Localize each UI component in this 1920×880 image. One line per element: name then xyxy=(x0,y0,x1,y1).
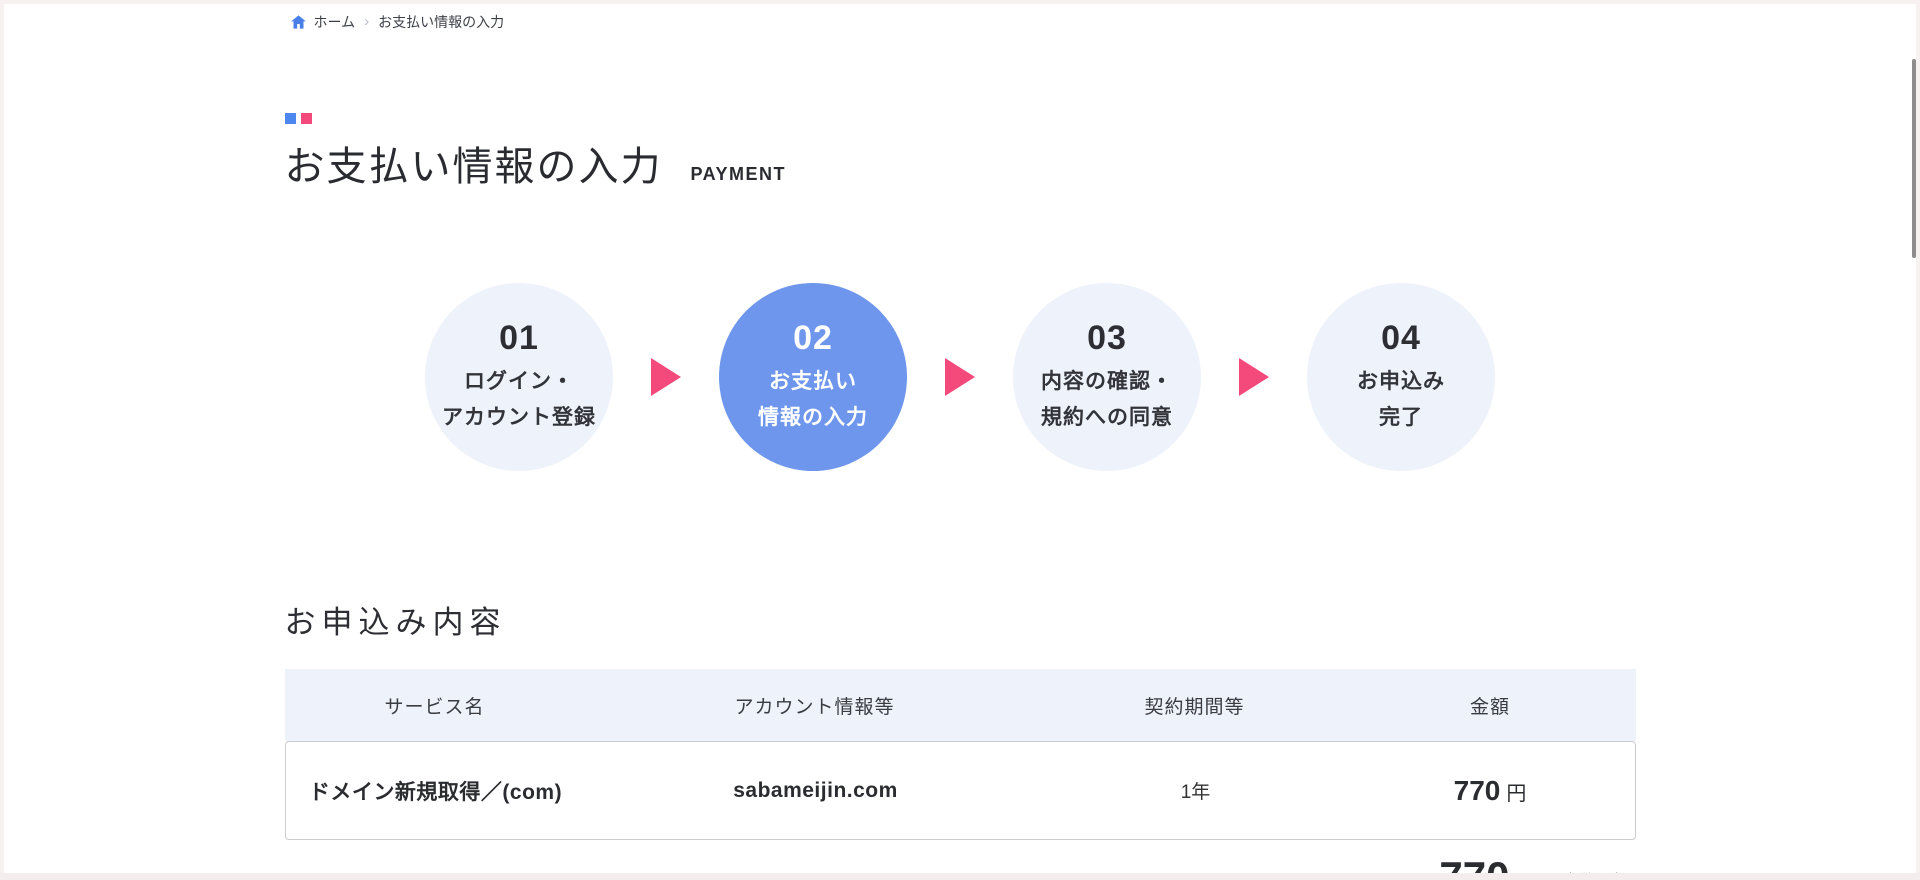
step-number: 04 xyxy=(1381,318,1421,357)
window-edge-right xyxy=(1916,0,1920,880)
order-section-title: お申込み内容 xyxy=(284,605,507,640)
step-progress-indicator: 01 ログイン・ アカウント登録 02 お支払い 情報の入力 03 内容の確認・… xyxy=(425,283,1495,471)
page-content: ホーム › お支払い情報の入力 お支払い情報の入力 PAYMENT 01 ログイ… xyxy=(284,0,1636,880)
step-label-line: 規約への同意 xyxy=(1041,405,1173,429)
breadcrumb-home-label: ホーム xyxy=(313,14,356,30)
row-amount-unit: 円 xyxy=(1506,782,1527,805)
row-service-name: ドメイン新規取得／(com) xyxy=(308,780,563,804)
row-account-info: sabameijin.com xyxy=(733,778,898,802)
col-header-period: 契約期間等 xyxy=(1144,696,1245,718)
step-2-payment-active: 02 お支払い 情報の入力 xyxy=(719,283,907,471)
arrow-right-icon xyxy=(651,358,681,396)
accent-square-pink xyxy=(300,113,312,124)
chevron-right-icon: › xyxy=(364,12,370,30)
row-amount: 770 円 xyxy=(1346,775,1635,807)
arrow-right-icon xyxy=(1239,358,1269,396)
accent-square-blue xyxy=(284,113,296,124)
window-edge-bottom xyxy=(0,873,1920,880)
order-table-header: サービス名 アカウント情報等 契約期間等 金額 xyxy=(284,669,1636,741)
window-edge-left xyxy=(0,0,4,880)
step-label-line: お支払い xyxy=(769,369,857,393)
step-label-line: 完了 xyxy=(1379,405,1423,429)
home-icon xyxy=(290,14,307,30)
step-number: 03 xyxy=(1087,318,1127,357)
col-header-amount: 金額 xyxy=(1469,696,1510,718)
order-table: サービス名 アカウント情報等 契約期間等 金額 ドメイン新規取得／(com) s… xyxy=(284,669,1636,840)
step-label-line: ログイン・ xyxy=(464,369,574,393)
breadcrumb-current: お支払い情報の入力 xyxy=(378,14,505,30)
breadcrumb-home-link[interactable]: ホーム xyxy=(290,12,356,32)
step-number: 01 xyxy=(499,318,539,357)
arrow-right-icon xyxy=(945,358,975,396)
step-number: 02 xyxy=(793,318,833,357)
row-amount-value: 770 xyxy=(1453,774,1501,806)
step-label-line: アカウント登録 xyxy=(442,405,596,429)
table-row: ドメイン新規取得／(com) sabameijin.com 1年 770 円 xyxy=(284,741,1636,840)
step-arrow-wrap xyxy=(907,358,1013,396)
step-arrow-wrap xyxy=(1201,358,1307,396)
row-contract-period: 1年 xyxy=(1180,782,1211,803)
title-accent-squares xyxy=(284,113,787,124)
step-arrow-wrap xyxy=(613,358,719,396)
page-title: お支払い情報の入力 xyxy=(284,145,663,189)
step-1-login: 01 ログイン・ アカウント登録 xyxy=(425,283,613,471)
step-3-confirm: 03 内容の確認・ 規約への同意 xyxy=(1013,283,1201,471)
col-header-service: サービス名 xyxy=(384,696,485,718)
vertical-scrollbar[interactable] xyxy=(1912,59,1916,258)
col-header-account: アカウント情報等 xyxy=(734,696,895,718)
page-title-block: お支払い情報の入力 PAYMENT xyxy=(284,113,787,192)
step-label-line: お申込み xyxy=(1357,369,1445,393)
step-label-line: 内容の確認・ xyxy=(1041,369,1173,393)
step-4-complete: 04 お申込み 完了 xyxy=(1307,283,1495,471)
step-label-line: 情報の入力 xyxy=(758,405,868,429)
breadcrumb: ホーム › お支払い情報の入力 xyxy=(290,12,505,32)
page-subtitle: PAYMENT xyxy=(690,164,787,184)
